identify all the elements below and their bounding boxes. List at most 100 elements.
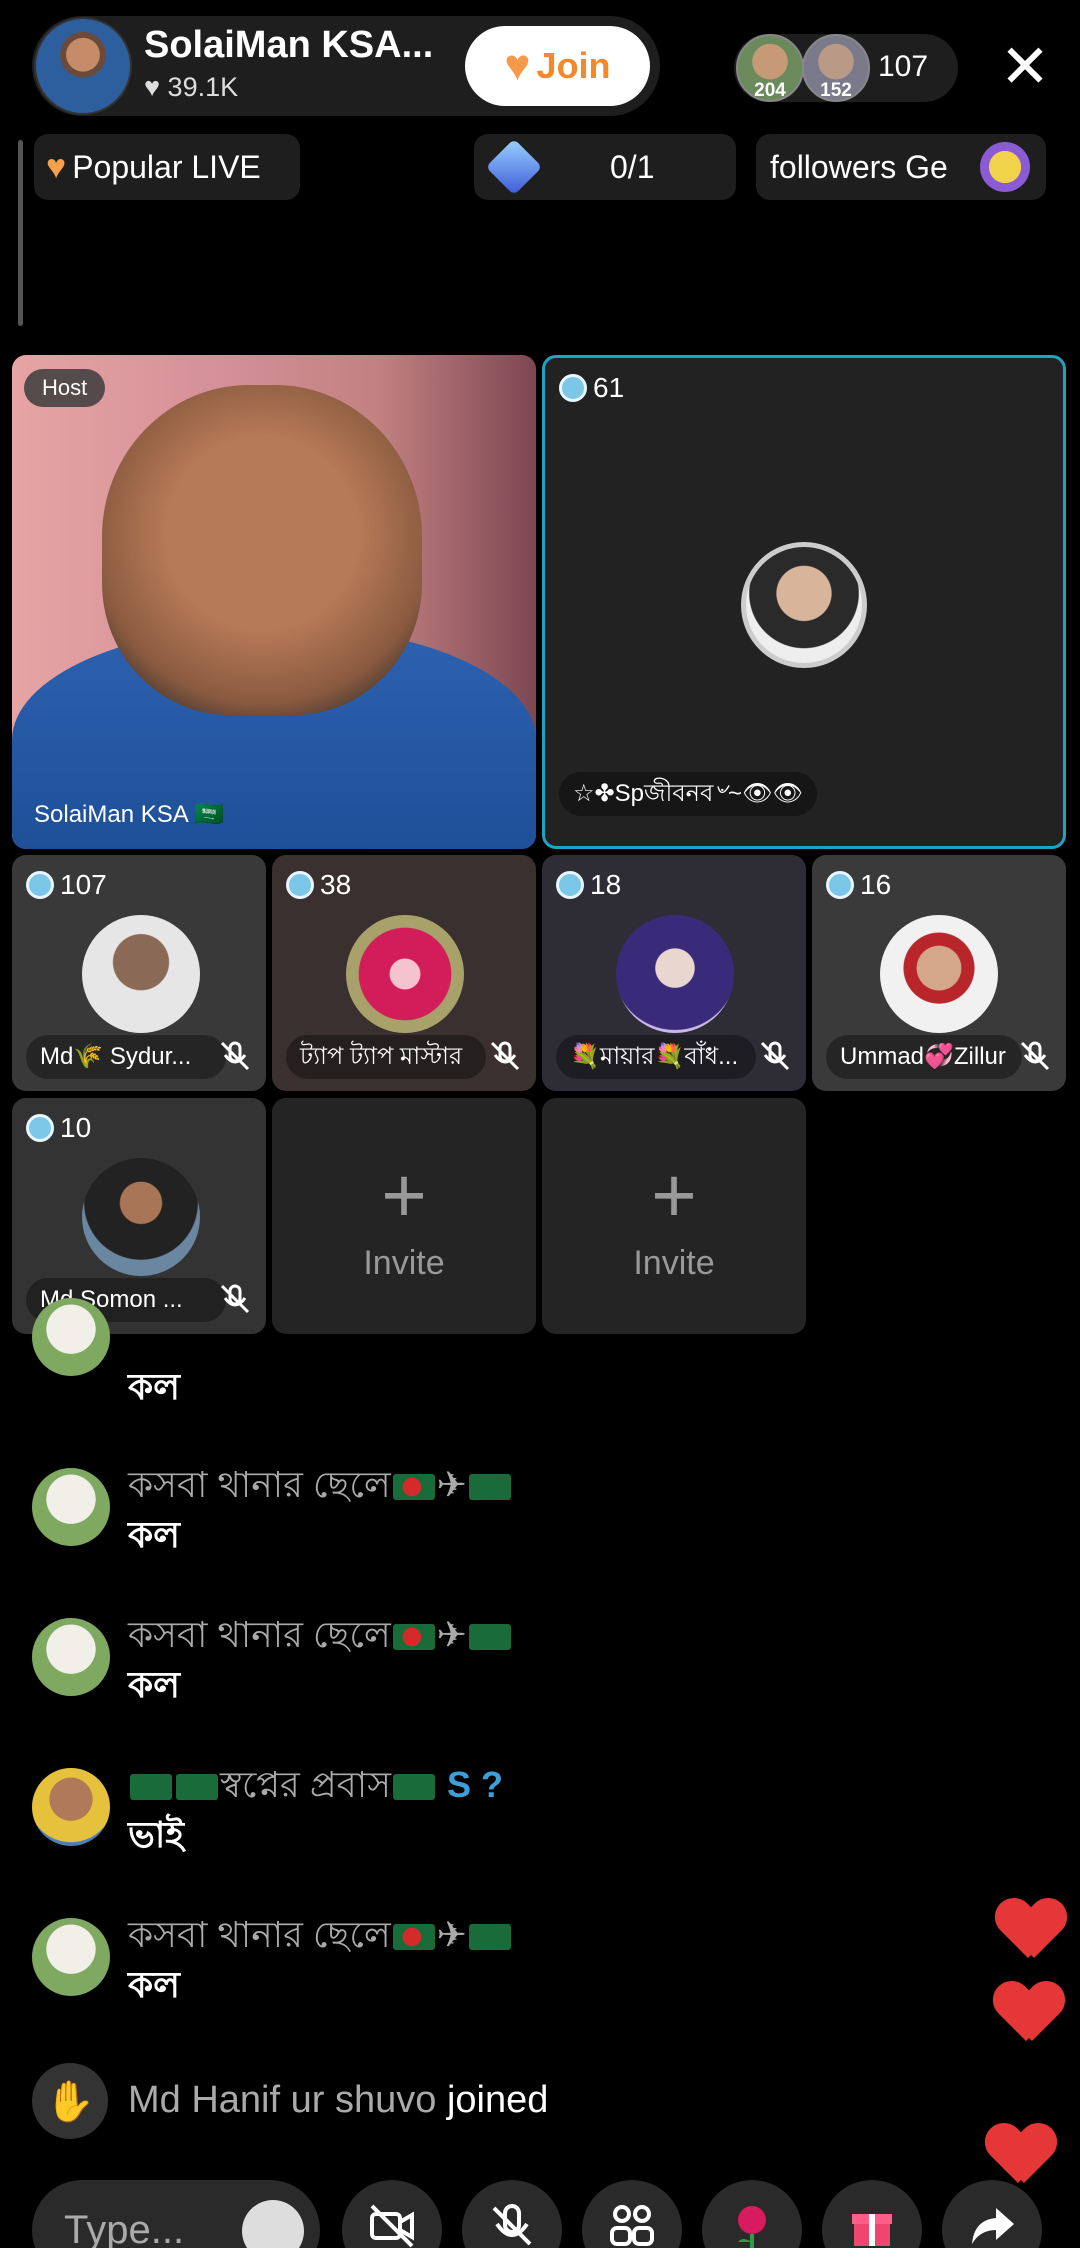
diamond-icon — [556, 871, 584, 899]
viewer-count[interactable]: 107 — [878, 50, 928, 84]
gift-button[interactable] — [822, 2180, 922, 2248]
seat-score-value: 10 — [60, 1112, 92, 1143]
guest-seat[interactable]: 61 ☆✤Spজীবনব৺~👁👁 — [542, 355, 1066, 849]
host-avatar[interactable] — [34, 17, 132, 115]
host-video-tile[interactable]: Host SolaiMan KSA 🇸🇦 — [12, 355, 536, 849]
mic-off-icon — [220, 1284, 250, 1314]
heart-icon: ♥ — [144, 72, 161, 102]
seat-avatar[interactable] — [82, 915, 200, 1033]
seat-score: 16 — [826, 869, 891, 901]
saudi-flag-icon — [468, 1474, 511, 1501]
close-icon[interactable]: ✕ — [994, 36, 1056, 98]
share-button[interactable] — [942, 2180, 1042, 2248]
join-label: Join — [536, 45, 611, 86]
mic-off-icon — [492, 2204, 532, 2246]
airplane-icon: ✈ — [436, 1914, 467, 1955]
seat-user-name: Md🌾 Sydur... — [26, 1035, 226, 1079]
seat-score-value: 38 — [320, 869, 352, 900]
heart-plus-icon: ♥ — [504, 41, 531, 90]
chat-text: কল — [128, 1964, 181, 2005]
guest-seat[interactable]: 16 Ummad💞Zillur — [812, 855, 1066, 1091]
emoji-icon[interactable] — [242, 2200, 304, 2248]
left-scroll-indicator — [18, 140, 23, 326]
seat-score: 10 — [26, 1112, 91, 1144]
chat-text: কল — [128, 1514, 181, 1555]
seat-score: 18 — [556, 869, 621, 901]
diamond-icon — [559, 374, 587, 402]
join-button[interactable]: ♥ Join — [465, 26, 650, 106]
broken-heart-icon: ♥ — [46, 147, 67, 186]
comment-input[interactable]: Type... — [32, 2180, 320, 2248]
airplane-icon: ✈ — [436, 1464, 467, 1505]
gift-icon — [852, 2214, 892, 2246]
chat-username[interactable]: কসবা থানার ছেলে ✈ — [128, 1908, 513, 1968]
floating-heart-icon — [996, 1900, 1066, 1964]
rose-gift-button[interactable] — [702, 2180, 802, 2248]
host-badge: Host — [24, 369, 106, 407]
chat-text: ভাই — [128, 1814, 184, 1855]
seat-user-name: ☆✤Spজীবনব৺~👁👁 — [559, 772, 818, 816]
share-icon — [972, 2208, 1014, 2244]
chat-avatar[interactable] — [32, 1618, 110, 1696]
task-progress-chip[interactable]: 0/1 — [474, 134, 736, 200]
followers-goal-chip[interactable]: followers Ge — [756, 134, 1046, 200]
bangladesh-flag-icon — [392, 1624, 435, 1651]
seat-avatar[interactable] — [82, 1158, 200, 1276]
chat-avatar[interactable] — [32, 1768, 110, 1846]
invite-seat[interactable]: + Invite — [542, 1098, 806, 1334]
viewer-avatar-count: 204 — [754, 80, 786, 101]
host-tile-name: SolaiMan KSA 🇸🇦 — [34, 801, 224, 828]
saudi-flag-icon — [468, 1624, 511, 1651]
chat-username[interactable]: কসবা থানার ছেলে ✈ — [128, 1608, 513, 1668]
seat-score-value: 107 — [60, 869, 107, 900]
trophy-icon — [980, 142, 1030, 192]
guest-seat[interactable]: 107 Md🌾 Sydur... — [12, 855, 266, 1091]
mic-off-button[interactable] — [462, 2180, 562, 2248]
seat-avatar[interactable] — [741, 542, 867, 668]
seat-avatar[interactable] — [616, 915, 734, 1033]
saudi-flag-icon — [468, 1924, 511, 1951]
chat-username[interactable]: কসবা থানার ছেলে ✈ — [128, 1458, 513, 1518]
chat-text: কল — [128, 1664, 181, 1705]
airplane-icon: ✈ — [436, 1614, 467, 1655]
bangladesh-flag-icon — [392, 1474, 435, 1501]
waving-hand-icon: ✋ — [32, 2063, 108, 2139]
likes-count: 39.1K — [167, 72, 239, 102]
plus-icon: + — [381, 1151, 427, 1239]
gem-icon — [485, 138, 543, 196]
seat-score: 107 — [26, 869, 107, 901]
seat-avatar[interactable] — [346, 915, 464, 1033]
invite-label: Invite — [633, 1244, 715, 1282]
seat-user-name: ট্যাপ ট্যাপ মাস্টার — [286, 1035, 486, 1079]
saudi-flag-icon — [130, 1774, 172, 1801]
followers-goal-label: followers Ge — [770, 148, 948, 185]
guest-seat[interactable]: 38 ট্যাপ ট্যাপ মাস্টার — [272, 855, 536, 1091]
diamond-icon — [286, 871, 314, 899]
host-name: SolaiMan KSA... — [144, 24, 434, 66]
popular-live-chip[interactable]: ♥ Popular LIVE — [34, 134, 300, 200]
viewer-avatar-count: 152 — [820, 80, 852, 101]
seats-button[interactable] — [582, 2180, 682, 2248]
mic-off-icon — [760, 1041, 790, 1071]
invite-label: Invite — [363, 1244, 445, 1282]
seat-score: 38 — [286, 869, 351, 901]
rose-icon — [738, 2206, 766, 2248]
viewer-avatar[interactable]: 204 — [736, 34, 804, 102]
guest-seat[interactable]: 10 Md Somon ... — [12, 1098, 266, 1334]
camera-off-button[interactable] — [342, 2180, 442, 2248]
saudi-flag-icon — [176, 1774, 218, 1801]
guest-seat[interactable]: 18 💐মায়ার💐বাঁধ... — [542, 855, 806, 1091]
chat-avatar[interactable] — [32, 1298, 110, 1376]
chat-avatar[interactable] — [32, 1918, 110, 1996]
diamond-icon — [26, 1114, 54, 1142]
viewer-avatar[interactable]: 152 — [802, 34, 870, 102]
seat-user-name: Ummad💞Zillur — [826, 1035, 1022, 1079]
seat-score-value: 16 — [860, 869, 892, 900]
invite-seat[interactable]: + Invite — [272, 1098, 536, 1334]
saudi-flag-icon — [393, 1774, 435, 1801]
chat-username[interactable]: স্বপ্নের প্রবাস S ? — [128, 1758, 503, 1818]
chat-text: কল — [128, 1366, 181, 1407]
chat-avatar[interactable] — [32, 1468, 110, 1546]
plus-icon: + — [651, 1151, 697, 1239]
seat-avatar[interactable] — [880, 915, 998, 1033]
